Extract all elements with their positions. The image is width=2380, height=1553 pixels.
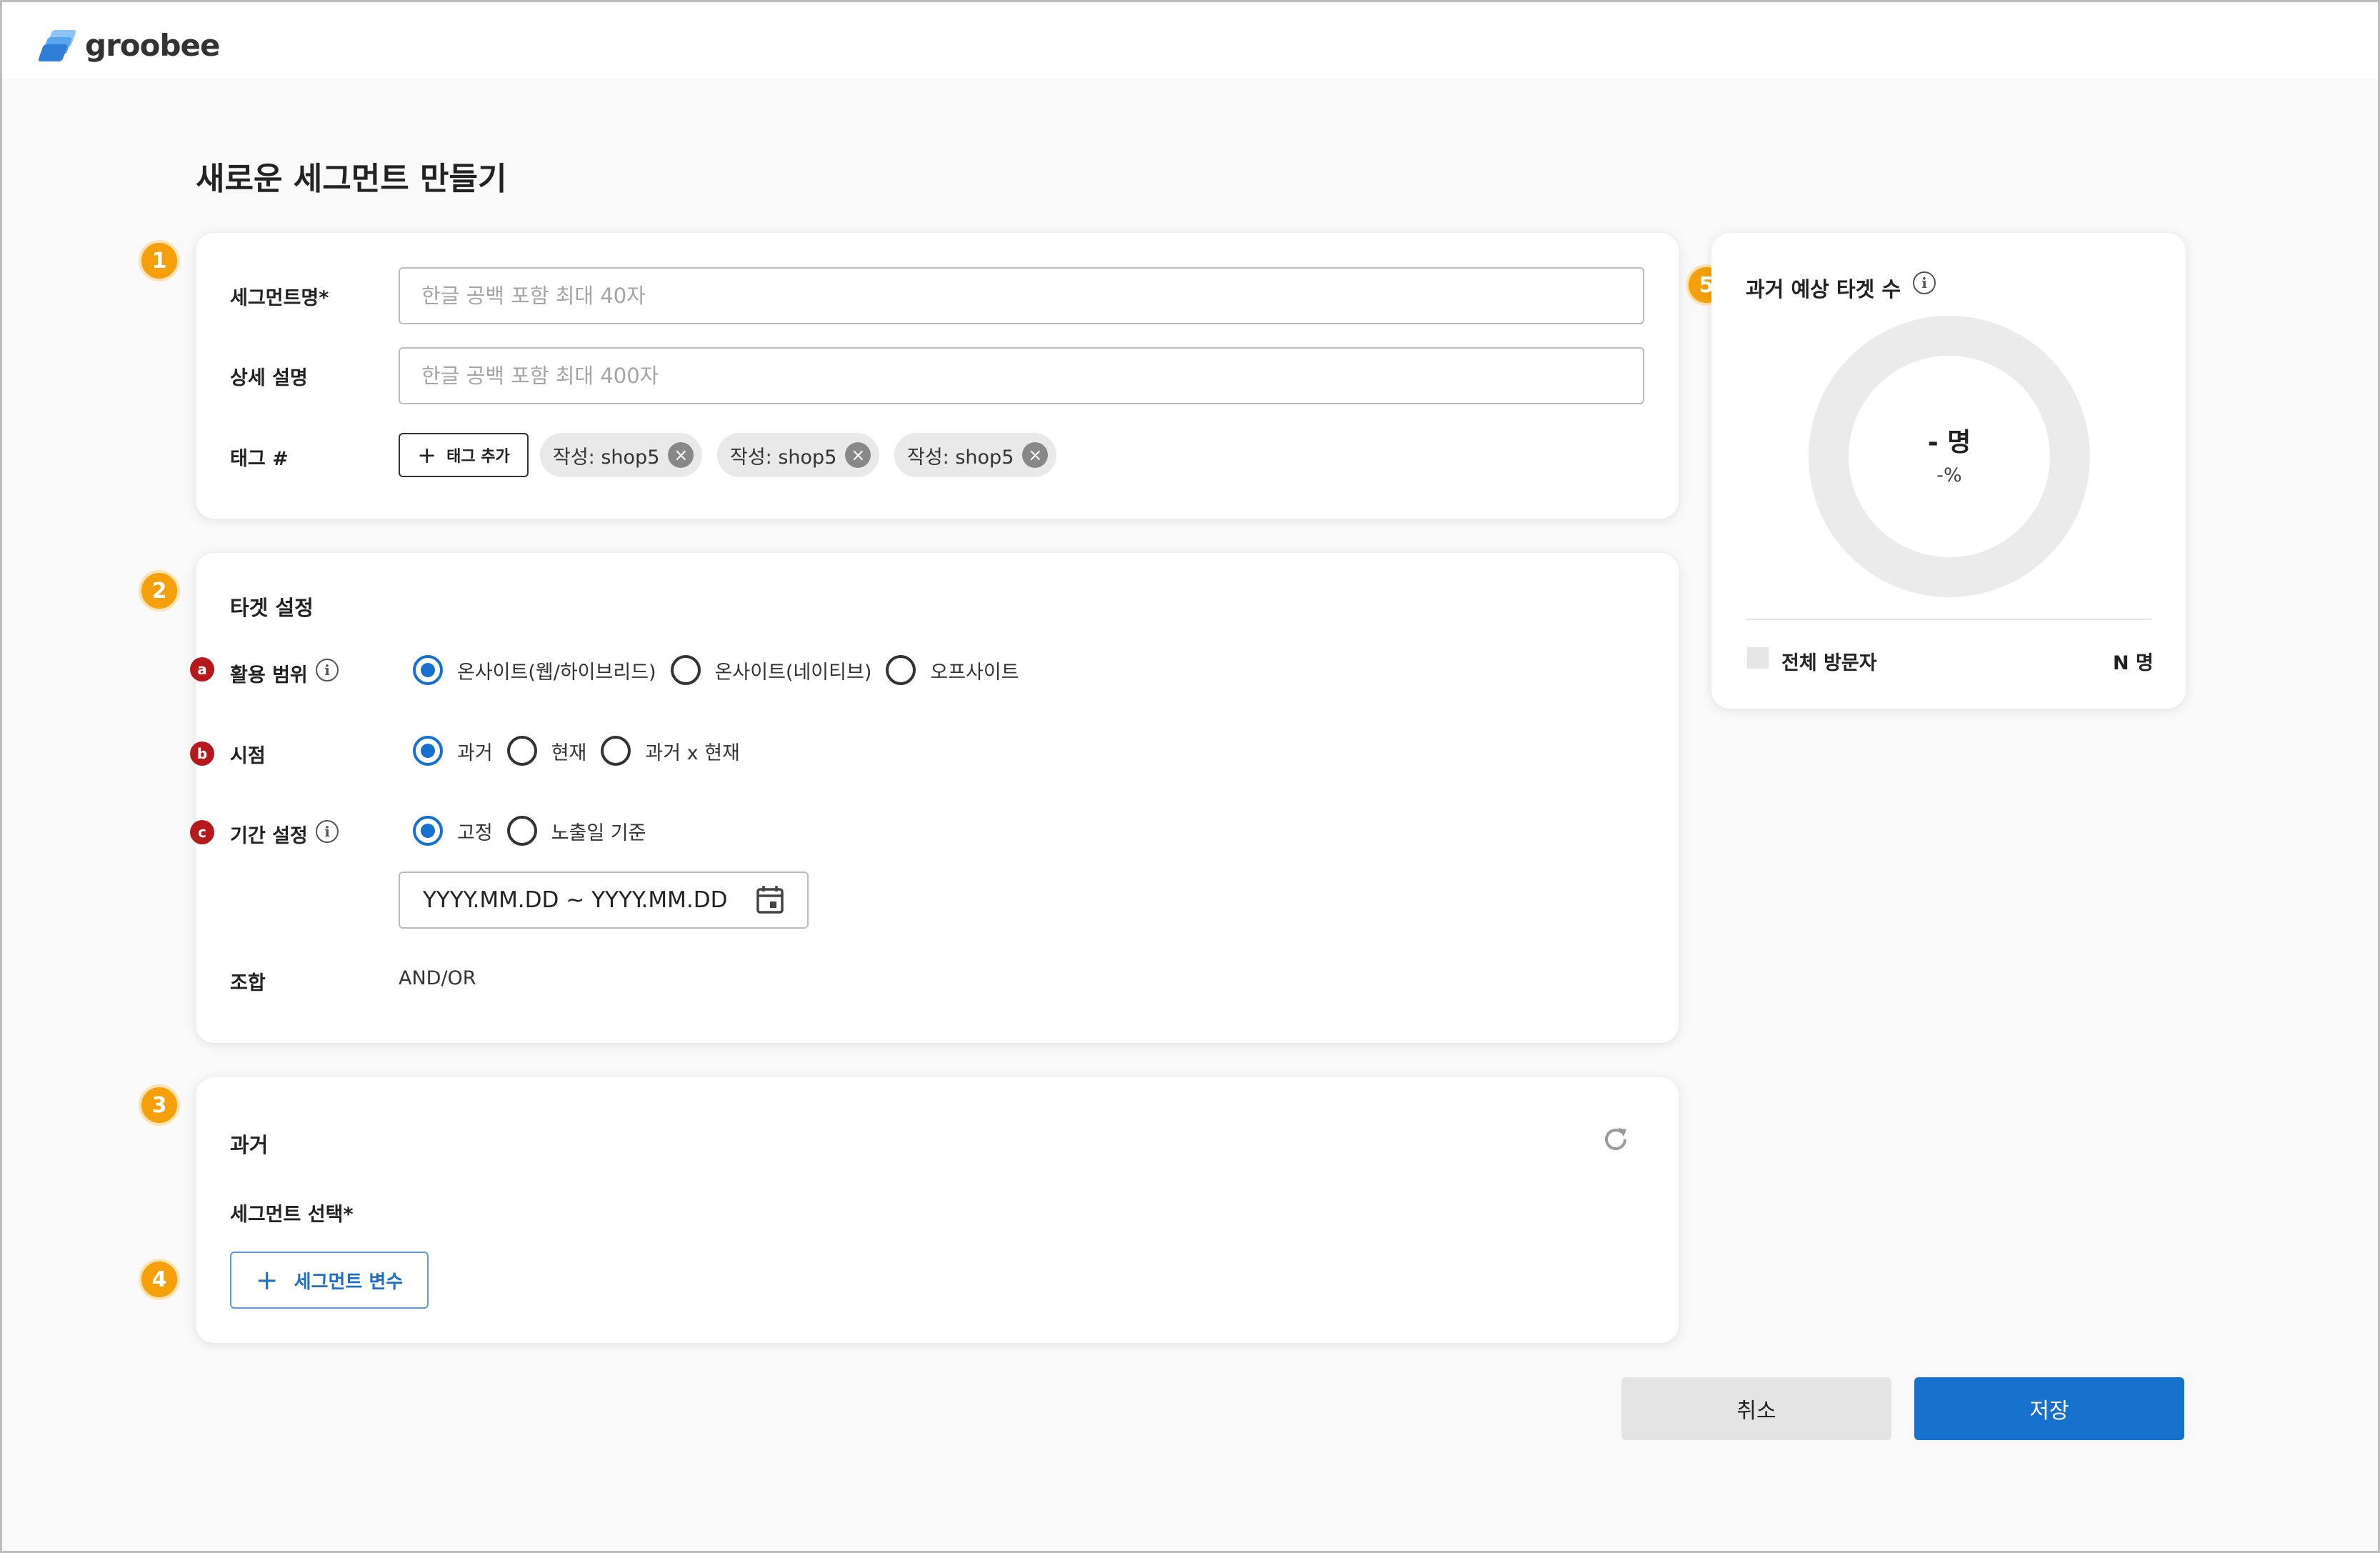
logo-text: groobee [85,28,221,63]
groobee-logo[interactable]: groobee [37,28,221,63]
badge-b: b [190,741,214,766]
period-label: 기간 설정 [230,825,308,847]
step-badge-4: 4 [139,1259,180,1300]
estimate-count: - 명 [1927,428,1971,457]
estimate-divider [1746,619,2151,620]
timepoint-radio-group: 과거 현재 과거 x 현재 [413,736,754,766]
page-title: 새로운 세그먼트 만들기 [196,161,507,197]
add-tag-button[interactable]: + 태그 추가 [399,433,529,477]
combo-value: AND/OR [399,967,476,989]
info-icon[interactable]: i [1913,271,1936,294]
radio-icon[interactable] [670,655,701,685]
segment-variable-label: 세그먼트 변수 [294,1271,404,1293]
estimate-title: 과거 예상 타겟 수 [1746,277,1901,301]
info-icon[interactable]: i [316,820,339,843]
scope-option-web-hybrid[interactable]: 온사이트(웹/하이브리드) [413,655,656,685]
tag-chip: 작성: shop5 × [540,433,703,477]
scope-radio-group: 온사이트(웹/하이브리드) 온사이트(네이티브) 오프사이트 [413,655,1034,685]
radio-icon[interactable] [506,816,537,846]
badge-c: c [190,820,214,844]
legend-value: N 명 [2113,652,2154,674]
segment-name-label: 세그먼트명* [230,287,329,309]
refresh-icon[interactable] [1601,1125,1630,1154]
tag-chip-label: 작성: shop5 [907,446,1014,469]
tag-chip: 작성: shop5 × [894,433,1057,477]
period-radio-group: 고정 노출일 기준 [413,816,660,846]
combo-label: 조합 [230,972,266,994]
timepoint-option-past[interactable]: 과거 [413,736,493,766]
info-icon[interactable]: i [316,659,339,681]
add-tag-label: 태그 추가 [446,448,510,466]
radio-selected-icon[interactable] [413,736,443,766]
period-option-exposure-date[interactable]: 노출일 기준 [506,816,646,846]
close-icon[interactable]: × [845,442,871,468]
scope-option-native[interactable]: 온사이트(네이티브) [670,655,871,685]
cancel-button[interactable]: 취소 [1621,1377,1891,1440]
legend-swatch [1747,647,1769,669]
scope-option-offsite[interactable]: 오프사이트 [886,655,1019,685]
add-segment-variable-button[interactable]: + 세그먼트 변수 [230,1252,429,1309]
timepoint-option-past-x-present[interactable]: 과거 x 현재 [601,736,740,766]
step-badge-1: 1 [139,240,180,281]
badge-a: a [190,657,214,681]
radio-icon[interactable] [886,655,916,685]
radio-selected-icon[interactable] [413,816,443,846]
segment-select-label: 세그먼트 선택* [230,1204,354,1226]
timepoint-option-present[interactable]: 현재 [506,736,586,766]
radio-selected-icon[interactable] [413,655,443,685]
period-option-fixed[interactable]: 고정 [413,816,493,846]
tag-chip-label: 작성: shop5 [730,446,837,469]
tag-chip: 작성: shop5 × [717,433,880,477]
tag-chip-label: 작성: shop5 [553,446,660,469]
plus-icon: + [417,441,437,469]
date-range-field[interactable]: YYYY.MM.DD ~ YYYY.MM.DD [399,872,809,929]
target-settings-title: 타겟 설정 [230,596,314,620]
save-button[interactable]: 저장 [1914,1377,2184,1440]
step-badge-3: 3 [139,1084,180,1126]
past-title: 과거 [230,1133,269,1157]
plus-icon: + [255,1264,279,1296]
calendar-icon[interactable] [756,885,784,915]
date-range-value: YYYY.MM.DD ~ YYYY.MM.DD [423,887,728,913]
description-input[interactable] [399,347,1644,404]
close-icon[interactable]: × [1022,442,1049,468]
logo-icon [37,29,78,63]
close-icon[interactable]: × [668,442,694,468]
top-bar: groobee [2,2,2378,79]
timepoint-label: 시점 [230,745,266,767]
legend-label: 전체 방문자 [1781,652,1877,674]
radio-icon[interactable] [506,736,537,766]
segment-name-input[interactable] [399,267,1644,324]
description-label: 상세 설명 [230,367,308,389]
radio-icon[interactable] [601,736,631,766]
estimate-percent: -% [1936,464,1962,486]
tag-label: 태그 # [230,448,289,470]
scope-label: 활용 범위 [230,664,308,686]
step-badge-2: 2 [139,570,180,611]
